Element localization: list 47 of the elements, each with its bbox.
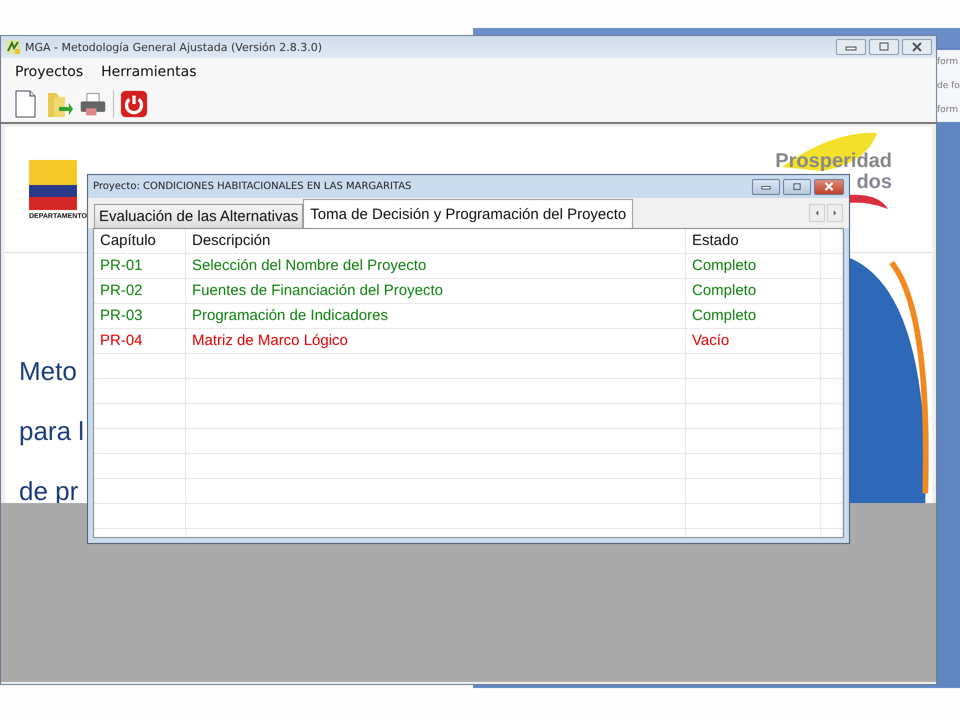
maximize-button[interactable] [783, 178, 811, 194]
table-cell: Completo [686, 254, 821, 278]
table-cell: Programación de Indicadores [186, 304, 686, 328]
window-text: de fo [937, 80, 960, 93]
minimize-button[interactable] [836, 39, 866, 55]
minimize-icon [761, 183, 771, 190]
swoosh-drawing [848, 193, 888, 211]
table-cell: Completo [686, 279, 821, 303]
column-header: Descripción [186, 229, 686, 253]
menu-item[interactable]: Proyectos [15, 64, 84, 80]
table-cell: PR-02 [94, 279, 186, 303]
table-cell: Fuentes de Financiación del Proyecto [186, 279, 686, 303]
dialog-title: Proyecto: CONDICIONES HABITACIONALES EN LAS MARGARITAS [93, 181, 412, 192]
close-button[interactable] [902, 39, 932, 55]
menu-item[interactable]: Herramientas [101, 64, 197, 80]
app-icon [5, 39, 21, 55]
column-header: Estado [686, 229, 821, 253]
tab[interactable]: Evaluación de las Alternativas [94, 204, 304, 228]
left-arrow-icon [815, 210, 819, 216]
table-cell: PR-03 [94, 304, 186, 328]
table-cell: Matriz de Marco Lógico [186, 329, 686, 353]
maximize-icon [792, 182, 802, 190]
window-text: form [937, 56, 959, 69]
table-cell: PR-04 [94, 329, 186, 353]
window-title: MGA - Metodología General Ajustada (Versión 2.8.3.0) [25, 40, 322, 54]
window-text: form [937, 104, 959, 117]
close-icon [823, 182, 835, 191]
maximize-button[interactable] [869, 39, 899, 55]
headline-text: de pr [19, 475, 80, 508]
close-icon [911, 42, 923, 52]
column-header: Capítulo [94, 229, 186, 253]
close-button[interactable] [814, 178, 844, 194]
flag-icon [29, 160, 77, 210]
tab[interactable]: Toma de Decisión y Programación del Proyecto [303, 199, 634, 228]
minimize-button[interactable] [752, 178, 780, 194]
right-arrow-icon [833, 210, 837, 216]
table-cell: Completo [686, 304, 821, 328]
headline-text: Meto [19, 355, 78, 388]
scroll-right-button[interactable] [827, 204, 843, 222]
maximize-icon [878, 42, 890, 52]
power-icon[interactable] [120, 89, 148, 119]
logo-text: dos [856, 171, 892, 193]
headline-text: para l [19, 415, 84, 448]
scroll-left-button[interactable] [809, 204, 825, 222]
table-cell: Vacío [686, 329, 821, 353]
table-cell: Selección del Nombre del Proyecto [186, 254, 686, 278]
table-cell: PR-01 [94, 254, 186, 278]
